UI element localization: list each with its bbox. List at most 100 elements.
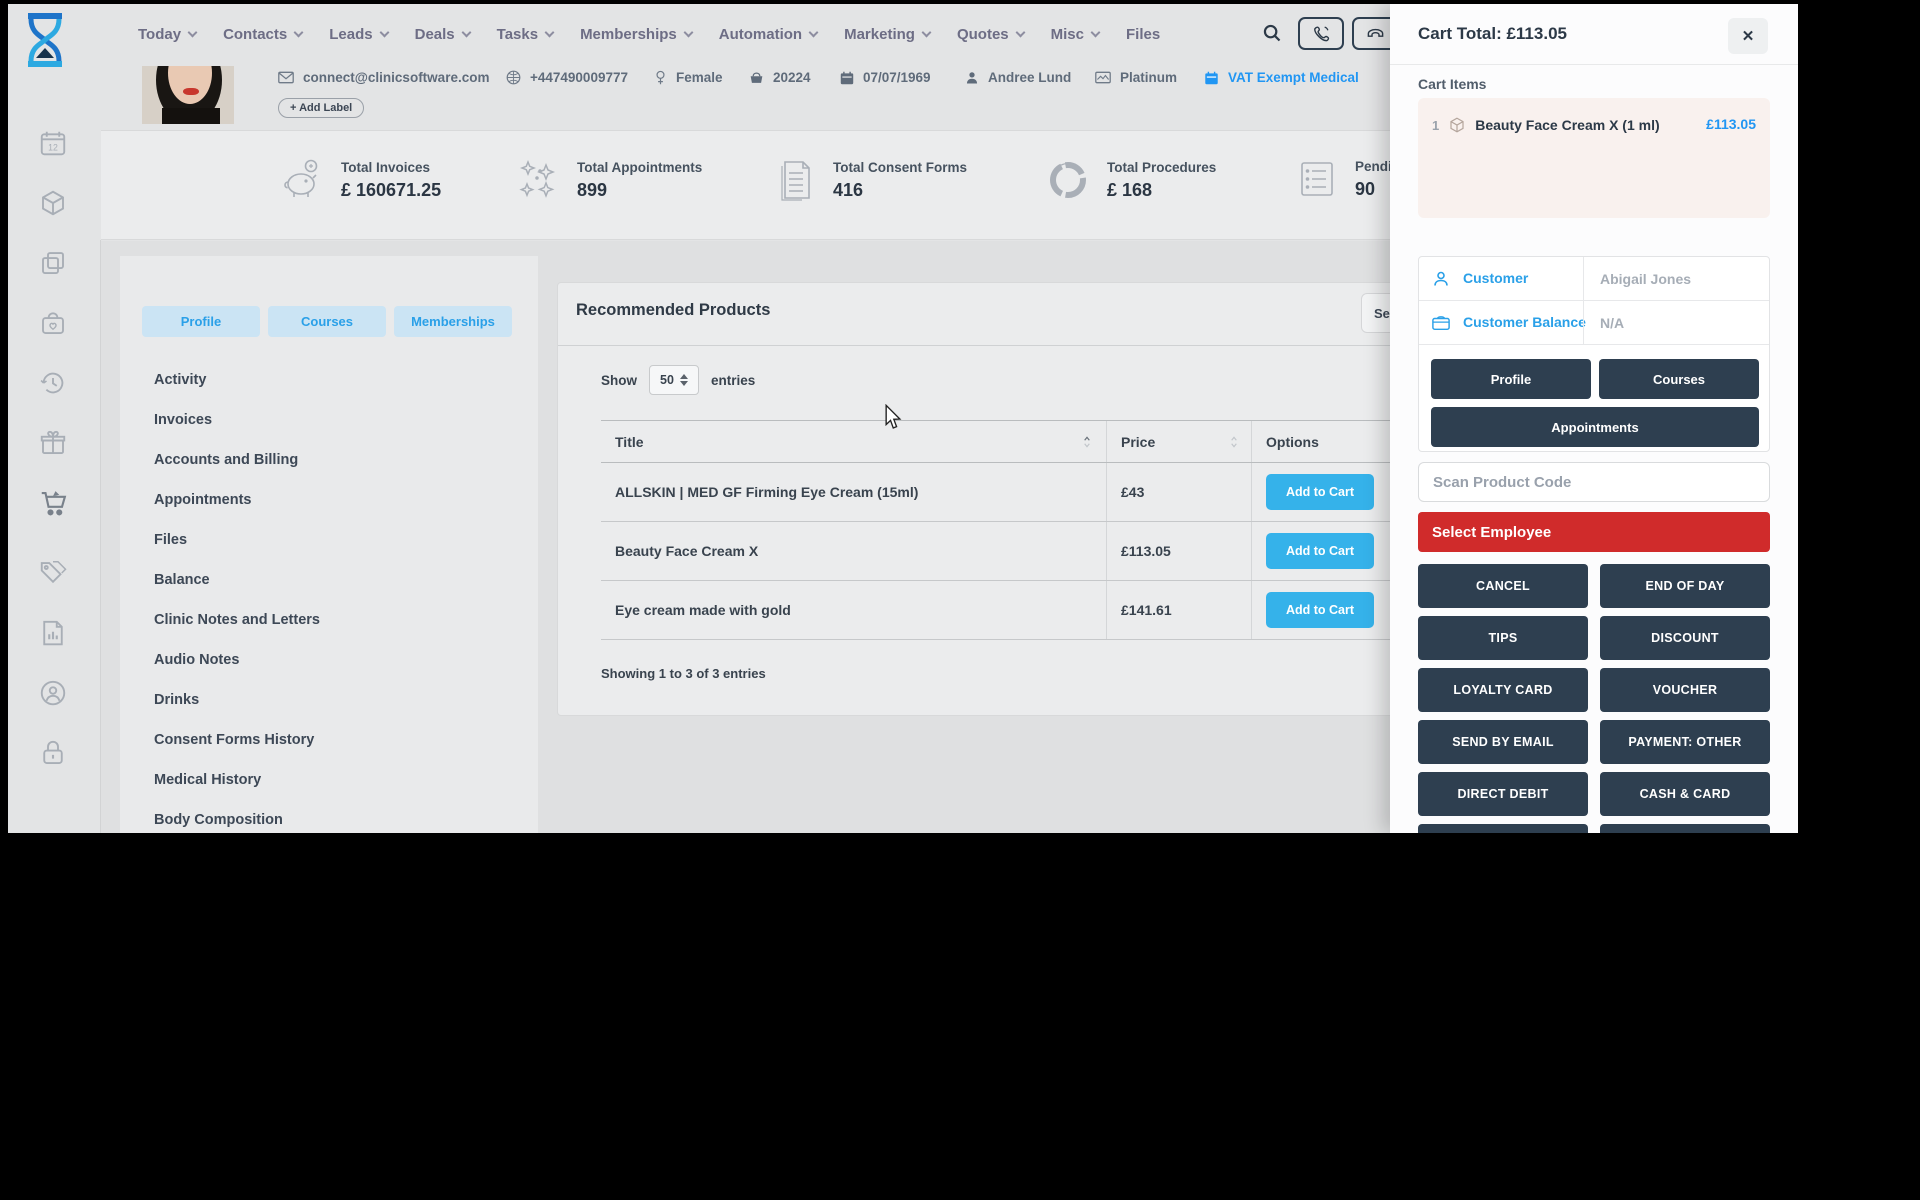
menu-item-appointments[interactable]: Appointments bbox=[154, 480, 320, 520]
menu-item-activity[interactable]: Activity bbox=[154, 360, 320, 400]
search-icon[interactable] bbox=[1261, 22, 1283, 44]
nav-misc[interactable]: Misc bbox=[1051, 26, 1099, 43]
end-of-day-button[interactable]: END OF DAY bbox=[1600, 564, 1770, 608]
nav-today[interactable]: Today bbox=[138, 26, 196, 43]
shopping-bag-icon[interactable] bbox=[38, 308, 68, 338]
app-logo-icon[interactable] bbox=[20, 12, 70, 68]
page-size-select[interactable]: 50 bbox=[649, 365, 699, 395]
gift-icon[interactable] bbox=[38, 428, 68, 458]
tab-label: Profile bbox=[181, 314, 221, 329]
add-label-button[interactable]: + Add Label bbox=[278, 98, 364, 118]
cart-appointments-button[interactable]: Appointments bbox=[1431, 407, 1759, 447]
voucher-button[interactable]: VOUCHER bbox=[1600, 668, 1770, 712]
loyalty-card-button[interactable]: LOYALTY CARD bbox=[1418, 668, 1588, 712]
cart-item-name: Beauty Face Cream X (1 ml) bbox=[1475, 117, 1659, 133]
payment-other-button[interactable]: PAYMENT: OTHER bbox=[1600, 720, 1770, 764]
person-icon bbox=[965, 71, 979, 85]
customer-balance-row[interactable]: Customer Balance N/A bbox=[1419, 301, 1769, 345]
purse-icon bbox=[749, 71, 764, 84]
tags-icon[interactable] bbox=[38, 558, 68, 588]
scan-product-code-input[interactable] bbox=[1418, 462, 1770, 502]
menu-item-medical-history[interactable]: Medical History bbox=[154, 760, 320, 800]
menu-item-invoices[interactable]: Invoices bbox=[154, 400, 320, 440]
account-icon[interactable] bbox=[38, 678, 68, 708]
tips-button[interactable]: TIPS bbox=[1418, 616, 1588, 660]
button-label: Appointments bbox=[1551, 420, 1638, 435]
envelope-icon bbox=[278, 71, 294, 84]
package-icon[interactable] bbox=[38, 188, 68, 218]
nav-files[interactable]: Files bbox=[1126, 26, 1160, 43]
discount-button[interactable]: DISCOUNT bbox=[1600, 616, 1770, 660]
contact-owner-text: Andree Lund bbox=[988, 70, 1071, 85]
tab-profile[interactable]: Profile bbox=[142, 306, 260, 337]
avatar-art bbox=[162, 108, 220, 124]
menu-item-accounts-billing[interactable]: Accounts and Billing bbox=[154, 440, 320, 480]
table-entries-summary: Showing 1 to 3 of 3 entries bbox=[601, 666, 766, 681]
nav-automation[interactable]: Automation bbox=[719, 26, 817, 43]
history-icon[interactable] bbox=[38, 368, 68, 398]
customer-box: Customer Abigail Jones Customer Balance … bbox=[1418, 256, 1770, 452]
contact-email[interactable]: connect@clinicsoftware.com bbox=[278, 70, 489, 85]
nav-marketing[interactable]: Marketing bbox=[844, 26, 930, 43]
report-icon[interactable] bbox=[38, 618, 68, 648]
page-size-value: 50 bbox=[660, 373, 674, 387]
send-by-email-button[interactable]: SEND BY EMAIL bbox=[1418, 720, 1588, 764]
select-employee-button[interactable]: Select Employee bbox=[1418, 512, 1770, 552]
cart-action-partial[interactable] bbox=[1600, 824, 1770, 833]
cart-profile-button[interactable]: Profile bbox=[1431, 359, 1591, 399]
cart-courses-button[interactable]: Courses bbox=[1599, 359, 1759, 399]
stat-value: 899 bbox=[577, 180, 702, 201]
add-to-cart-button[interactable]: Add to Cart bbox=[1266, 474, 1374, 510]
cart-action-partial[interactable] bbox=[1418, 824, 1588, 833]
nav-tasks[interactable]: Tasks bbox=[497, 26, 553, 43]
sort-icon[interactable] bbox=[1080, 435, 1094, 449]
menu-item-files[interactable]: Files bbox=[154, 520, 320, 560]
cart-item[interactable]: 1 Beauty Face Cream X (1 ml) £113.05 bbox=[1418, 98, 1770, 218]
chevron-down-icon bbox=[1015, 27, 1025, 37]
menu-item-audio-notes[interactable]: Audio Notes bbox=[154, 640, 320, 680]
copy-icon[interactable] bbox=[38, 248, 68, 278]
customer-row[interactable]: Customer Abigail Jones bbox=[1419, 257, 1769, 301]
close-icon[interactable]: ✕ bbox=[1728, 18, 1768, 54]
tab-courses[interactable]: Courses bbox=[268, 306, 386, 337]
nav-quotes[interactable]: Quotes bbox=[957, 26, 1024, 43]
nav-leads[interactable]: Leads bbox=[329, 26, 387, 43]
screen: Today Contacts Leads Deals Tasks Members… bbox=[0, 0, 1920, 1200]
nav-deals[interactable]: Deals bbox=[415, 26, 470, 43]
lock-icon[interactable] bbox=[38, 738, 68, 768]
table-row: Beauty Face Cream X £113.05 Add to Cart bbox=[601, 522, 1407, 581]
menu-item-drinks[interactable]: Drinks bbox=[154, 680, 320, 720]
menu-item-body-composition[interactable]: Body Composition bbox=[154, 800, 320, 833]
stat-value: 416 bbox=[833, 180, 967, 201]
contact-phone[interactable]: +447490009777 bbox=[506, 70, 628, 85]
cart-icon[interactable] bbox=[38, 488, 68, 518]
tab-memberships[interactable]: Memberships bbox=[394, 306, 512, 337]
cash-and-card-button[interactable]: CASH & CARD bbox=[1600, 772, 1770, 816]
cancel-button[interactable]: CANCEL bbox=[1418, 564, 1588, 608]
nav-label: Tasks bbox=[497, 26, 538, 43]
nav-contacts[interactable]: Contacts bbox=[223, 26, 302, 43]
phone-dialer-button[interactable] bbox=[1298, 17, 1344, 50]
contact-avatar[interactable] bbox=[142, 66, 234, 124]
add-to-cart-button[interactable]: Add to Cart bbox=[1266, 533, 1374, 569]
column-header-price[interactable]: Price bbox=[1106, 421, 1251, 462]
stat-value: £ 160671.25 bbox=[341, 180, 441, 201]
customer-label: Customer bbox=[1463, 270, 1528, 286]
package-icon bbox=[1448, 116, 1466, 134]
nav-label: Misc bbox=[1051, 26, 1084, 43]
menu-item-balance[interactable]: Balance bbox=[154, 560, 320, 600]
cart-actions-grid: CANCEL END OF DAY TIPS DISCOUNT LOYALTY … bbox=[1418, 564, 1770, 833]
nav-memberships[interactable]: Memberships bbox=[580, 26, 692, 43]
globe-icon bbox=[506, 70, 521, 85]
menu-item-consent-forms-history[interactable]: Consent Forms History bbox=[154, 720, 320, 760]
menu-item-clinic-notes[interactable]: Clinic Notes and Letters bbox=[154, 600, 320, 640]
sort-icon[interactable] bbox=[1227, 435, 1241, 449]
cart-total-title: Cart Total: £113.05 bbox=[1418, 24, 1567, 44]
chevron-down-icon bbox=[188, 27, 198, 37]
contact-vat-status[interactable]: VAT Exempt Medical bbox=[1204, 70, 1359, 85]
calendar-icon[interactable]: 12 bbox=[38, 128, 68, 158]
direct-debit-button[interactable]: DIRECT DEBIT bbox=[1418, 772, 1588, 816]
column-header-title[interactable]: Title bbox=[601, 421, 1106, 462]
contact-gender: Female bbox=[654, 70, 723, 85]
add-to-cart-button[interactable]: Add to Cart bbox=[1266, 592, 1374, 628]
